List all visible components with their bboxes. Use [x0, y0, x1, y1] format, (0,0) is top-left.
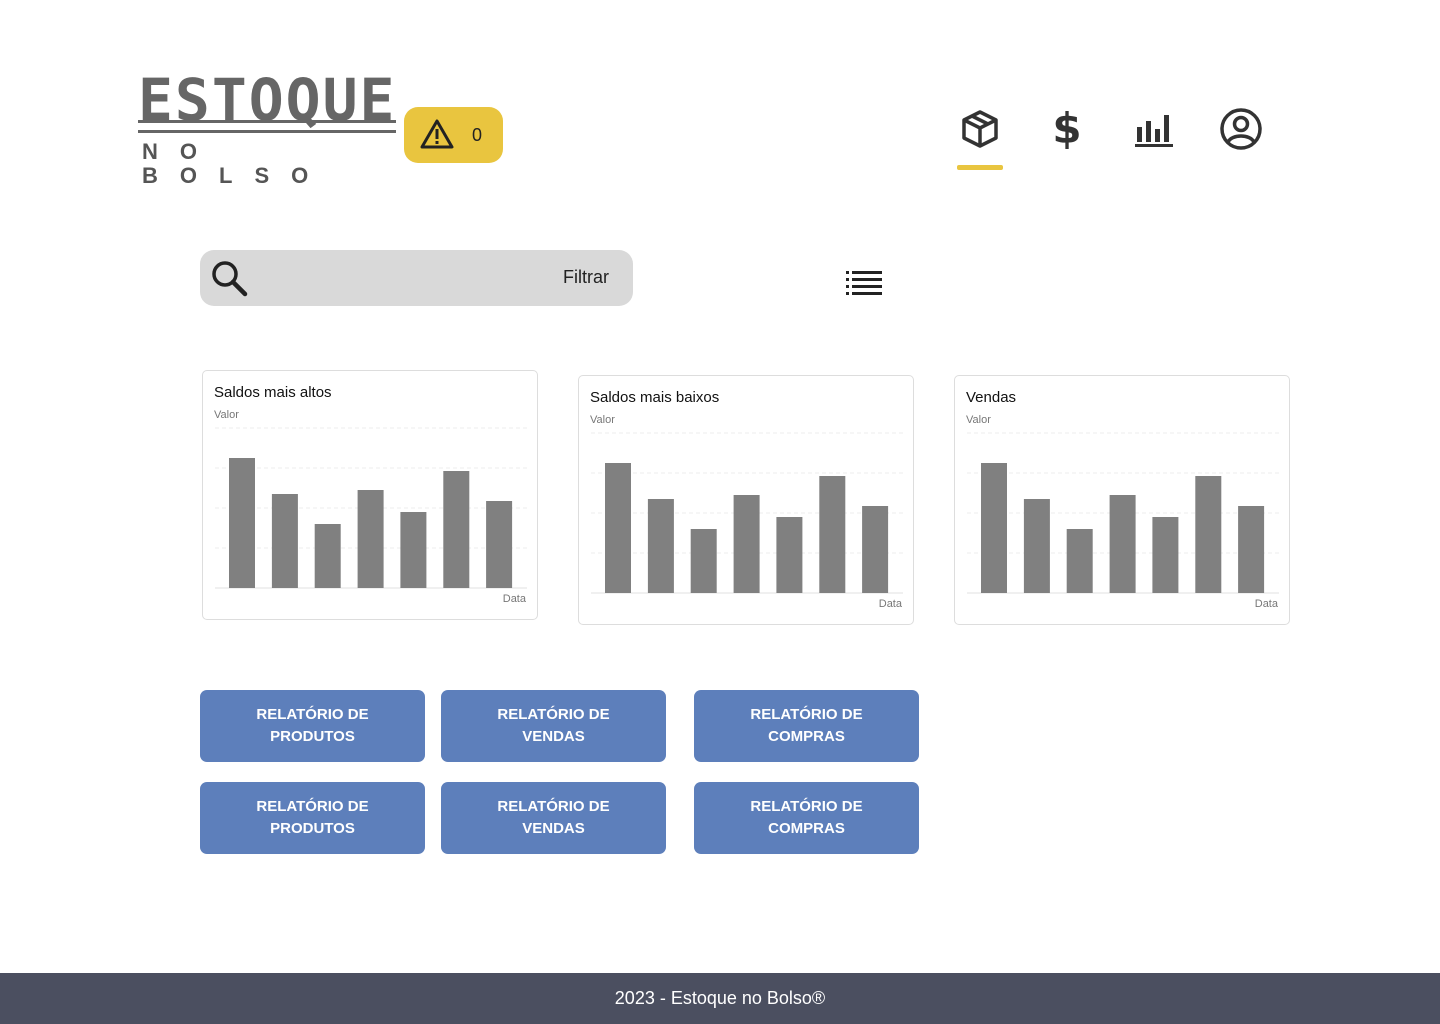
- report-sales-button[interactable]: RELATÓRIO DE VENDAS: [441, 690, 666, 762]
- chart-y-label: Valor: [590, 414, 615, 426]
- chart-bar: [486, 501, 513, 588]
- chart-x-label: Data: [1254, 598, 1278, 610]
- footer: 2023 - Estoque no Bolso®: [0, 973, 1440, 1024]
- logo-underline: [138, 120, 396, 123]
- chart-bar: [862, 506, 889, 593]
- chart-bar: [1195, 476, 1222, 593]
- chart-bar: [690, 529, 717, 593]
- chart-bar: [1109, 495, 1136, 593]
- chart-bar: [1152, 517, 1179, 593]
- chart-bar: [229, 458, 255, 588]
- page: ESTOQUE NO BOLSO 0 $ Filtrar Saldos mais…: [0, 0, 1440, 1024]
- chart-bar: [357, 490, 384, 588]
- search-bar[interactable]: Filtrar: [200, 250, 633, 306]
- report-purchases-button[interactable]: RELATÓRIO DE COMPRAS: [694, 690, 919, 762]
- logo-subtitle: NO BOLSO: [142, 139, 331, 188]
- chart-card-saldos-altos: Saldos mais altos Valor Data: [202, 370, 538, 620]
- chart-x-label: Data: [502, 593, 526, 605]
- report-products-button[interactable]: RELATÓRIO DE PRODUTOS: [200, 782, 425, 854]
- bar-chart: [215, 427, 527, 589]
- alert-count: 0: [472, 125, 483, 145]
- report-sales-button[interactable]: RELATÓRIO DE VENDAS: [441, 782, 666, 854]
- search-icon: [212, 261, 248, 297]
- chart-title: Vendas: [966, 389, 1017, 406]
- bar-chart: [591, 432, 903, 594]
- filter-label[interactable]: Filtrar: [563, 267, 609, 288]
- footer-text: 2023 - Estoque no Bolso®: [614, 988, 826, 1008]
- report-purchases-button[interactable]: RELATÓRIO DE COMPRAS: [694, 782, 919, 854]
- nav-products[interactable]: [957, 106, 1003, 152]
- logo[interactable]: ESTOQUE NO BOLSO: [138, 68, 396, 188]
- chart-bar: [1066, 529, 1093, 593]
- dollar-icon: $: [1052, 104, 1082, 153]
- chart-title: Saldos mais altos: [214, 384, 332, 401]
- chart-x-label: Data: [878, 598, 902, 610]
- chart-bar: [776, 517, 803, 593]
- chart-bar: [647, 499, 674, 593]
- bar-chart-icon: [1135, 115, 1173, 147]
- list-view-button[interactable]: [844, 268, 884, 296]
- chart-card-saldos-baixos: Saldos mais baixos Valor Data: [578, 375, 914, 625]
- warning-icon: [420, 119, 454, 149]
- list-icon: [846, 271, 882, 295]
- report-products-button[interactable]: RELATÓRIO DE PRODUTOS: [200, 690, 425, 762]
- chart-bar: [1238, 506, 1265, 593]
- chart-bar: [1023, 499, 1050, 593]
- chart-bar: [819, 476, 846, 593]
- nav-active-indicator: [957, 165, 1003, 170]
- nav-finance[interactable]: $: [1044, 106, 1090, 152]
- chart-bar: [981, 463, 1007, 593]
- box-icon: [962, 110, 998, 148]
- nav-reports[interactable]: [1131, 106, 1177, 152]
- logo-underline-2: [138, 130, 396, 133]
- chart-title: Saldos mais baixos: [590, 389, 720, 406]
- chart-bar: [605, 463, 631, 593]
- chart-bar: [271, 494, 298, 588]
- chart-bar: [443, 471, 470, 588]
- chart-bar: [733, 495, 760, 593]
- chart-bar: [314, 524, 341, 588]
- chart-y-label: Valor: [214, 409, 239, 421]
- alert-badge[interactable]: 0: [404, 107, 503, 163]
- bar-chart: [967, 432, 1279, 594]
- user-circle-icon: [1220, 108, 1262, 150]
- chart-bar: [400, 512, 427, 588]
- chart-y-label: Valor: [966, 414, 991, 426]
- nav-profile[interactable]: [1218, 106, 1264, 152]
- chart-card-vendas: Vendas Valor Data: [954, 375, 1290, 625]
